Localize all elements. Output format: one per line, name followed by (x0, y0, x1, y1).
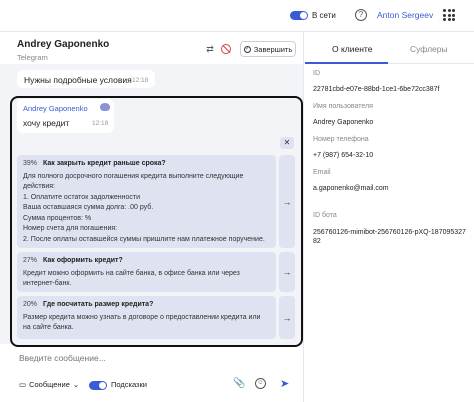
field-value-email: a.gaponenko@mail.com (313, 185, 389, 192)
help-icon[interactable]: ? (355, 9, 367, 21)
insert-suggestion-button[interactable]: → (279, 296, 295, 339)
client-message: Нужны подробные условия 12:18 (17, 70, 155, 88)
suggestion-line: 1. Оплатите остаток задолженности (23, 193, 141, 201)
tab-prompters[interactable]: Суфлеры (410, 44, 448, 54)
suggestion-line: Ваша оставшаяся сумма долга: .00 руб. (23, 204, 154, 211)
suggestion-line: 2. После оплаты оставшейся суммы пришлит… (23, 235, 265, 243)
operator-message-time: 12:18 (92, 120, 109, 127)
suggestion-line: Сумма процентов: % (23, 214, 92, 222)
suggestion-title: Как закрыть кредит раньше срока? (43, 160, 166, 167)
message-time: 12:18 (132, 77, 149, 84)
suggestion-card[interactable]: 20% Где посчитать размер кредита? Размер … (17, 296, 276, 339)
suggestion-title: Как оформить кредит? (43, 257, 123, 264)
hints-label: Подсказки (111, 380, 147, 389)
operator-message: Andrey Gaponenko хочу кредит 12:18 (17, 99, 114, 133)
close-suggestions-button[interactable]: ✕ (280, 137, 294, 149)
arrow-right-icon: → (282, 267, 292, 277)
channel-label: Telegram (17, 53, 48, 62)
field-value-id: 22781cbd-e07e-88bd-1ce1-6be72cc387f (313, 86, 440, 93)
message-mode-select[interactable]: ▭ Сообщение ⌄ (19, 380, 79, 389)
field-label-phone: Номер телефона (313, 136, 369, 143)
check-circle-icon: ✓ (243, 45, 251, 53)
attach-icon[interactable]: 📎 (233, 378, 245, 389)
suggestion-title: Где посчитать размер кредита? (43, 301, 154, 308)
online-toggle[interactable] (290, 11, 308, 20)
field-label-email: Email (313, 169, 331, 176)
message-mode-icon: ▭ (19, 380, 27, 389)
bot-icon (100, 103, 110, 111)
insert-suggestion-button[interactable]: → (279, 155, 295, 248)
field-label-username: Имя пользователя (313, 103, 373, 110)
message-input[interactable] (19, 353, 279, 363)
finish-chat-button[interactable]: ✓ Завершить (240, 41, 296, 57)
block-icon[interactable] (221, 44, 231, 54)
hints-toggle[interactable] (89, 381, 107, 390)
chevron-down-icon: ⌄ (72, 380, 80, 389)
suggestion-header: 27% Как оформить кредит? (23, 256, 270, 267)
field-value-bot-id: 256760126-mimibot-256760126-pXQ-18709532… (313, 229, 466, 245)
field-label-id: ID (313, 70, 320, 77)
send-icon[interactable]: ➤ (280, 377, 289, 390)
suggestion-line: Для полного досрочного погашения кредита… (23, 172, 244, 191)
emoji-icon[interactable]: ☺ (255, 378, 266, 389)
suggestion-percent: 27% (23, 257, 38, 264)
suggestion-percent: 20% (23, 301, 38, 308)
suggestion-line: Номер счета для погашения: (23, 225, 118, 232)
suggestion-header: 39% Как закрыть кредит раньше срока? (23, 159, 270, 170)
share-icon[interactable]: ⇄ (204, 44, 216, 56)
online-status-label: В сети (312, 11, 336, 20)
suggestion-percent: 39% (23, 160, 38, 167)
suggestion-line: Кредит можно оформить на сайте банка, в … (23, 269, 240, 288)
arrow-right-icon: → (282, 196, 292, 207)
message-text: Нужны подробные условия (24, 75, 132, 85)
suggestion-header: 20% Где посчитать размер кредита? (23, 300, 270, 311)
active-tab-indicator (305, 62, 388, 64)
suggestion-line: Размер кредита можно узнать в договоре о… (23, 313, 261, 332)
user-menu[interactable]: Anton Sergeev (377, 10, 433, 20)
suggestion-card[interactable]: 39% Как закрыть кредит раньше срока? Для … (17, 155, 276, 248)
field-value-phone: +7 (987) 654-32-10 (313, 152, 374, 159)
apps-grid-icon[interactable] (443, 9, 455, 21)
operator-name: Andrey Gaponenko (23, 104, 88, 113)
operator-message-text: хочу кредит (23, 118, 70, 128)
field-label-bot-id: ID бота (313, 212, 337, 219)
insert-suggestion-button[interactable]: → (279, 252, 295, 292)
contact-name: Andrey Gaponenko (17, 39, 110, 50)
tab-about-client[interactable]: О клиенте (332, 44, 372, 54)
message-mode-label: Сообщение (29, 380, 70, 389)
finish-chat-label: Завершить (253, 44, 293, 54)
suggestion-card[interactable]: 27% Как оформить кредит? Кредит можно офо… (17, 252, 276, 292)
top-bar: В сети ? Anton Sergeev (0, 0, 474, 32)
arrow-right-icon: → (282, 312, 292, 323)
field-value-username: Andrey Gaponenko (313, 119, 374, 126)
